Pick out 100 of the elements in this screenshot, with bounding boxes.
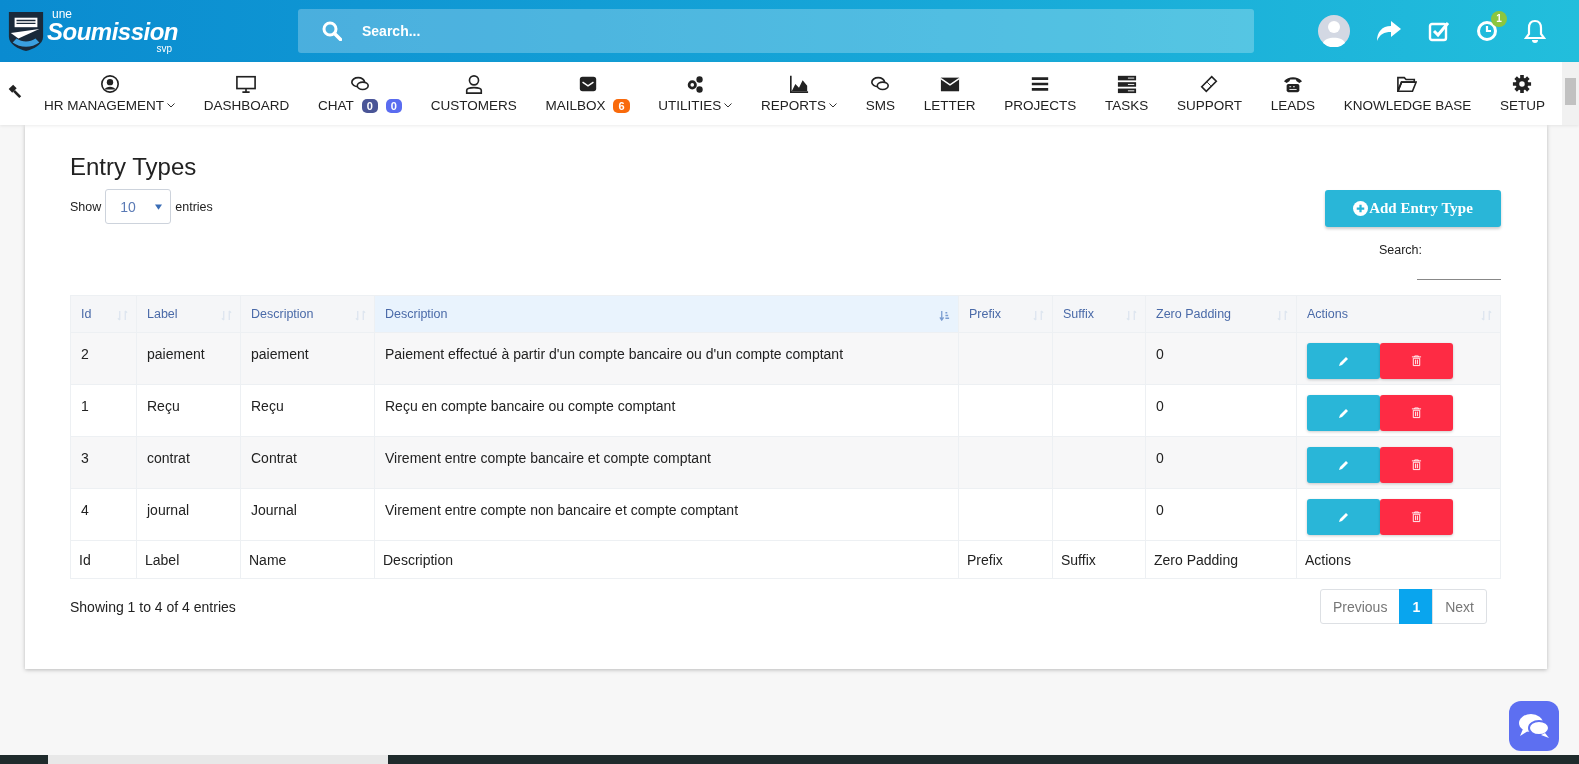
delete-button[interactable] [1380, 499, 1453, 535]
edit-button[interactable] [1307, 343, 1380, 379]
caret-icon [155, 203, 163, 210]
nav-item[interactable]: REPORTS [757, 74, 842, 113]
table-cell: Paiement effectué à partir d'un compte bancaire ou d'un compte comptant [374, 332, 959, 385]
column-header[interactable]: Description [240, 295, 375, 333]
table-cell: paiement [240, 332, 375, 385]
trash-icon [1411, 511, 1422, 523]
telephone-icon [1282, 74, 1303, 94]
nav-item[interactable]: KNOWLEDGE BASE [1339, 74, 1476, 113]
shield-logo-icon [7, 10, 45, 52]
nav-item[interactable]: SUPPORT [1172, 74, 1246, 113]
sort-icon [1277, 310, 1288, 321]
column-header[interactable]: Actions [1296, 295, 1501, 333]
folder-icon [1397, 74, 1418, 94]
sort-icon [117, 310, 128, 321]
pencil-icon [1337, 407, 1350, 419]
nav-label: CHAT [317, 98, 354, 113]
delete-button[interactable] [1380, 395, 1453, 431]
page-title: Entry Types [70, 153, 198, 181]
nav-item[interactable]: CHAT 0 0 [313, 74, 406, 113]
column-footer: Actions [1296, 540, 1501, 579]
monitor-icon [236, 74, 257, 94]
checkbox-icon[interactable] [1428, 20, 1450, 42]
nav-label: HR MANAGEMENT [44, 98, 164, 113]
column-header[interactable]: Id [70, 295, 137, 333]
page-button[interactable]: Next [1432, 589, 1487, 624]
table-cell: 1 [70, 384, 137, 437]
chat-bubbles-icon [1517, 711, 1551, 741]
column-footer: Label [136, 540, 241, 579]
table-cell: Virement entre compte bancaire et compte comptant [374, 436, 959, 489]
nav-item[interactable]: TASKS [1100, 74, 1153, 113]
nav-label: DASHBOARD [203, 98, 290, 113]
table-cell: 0 [1145, 488, 1297, 541]
column-header[interactable]: Zero Padding [1145, 295, 1297, 333]
pencil-icon [1337, 459, 1350, 471]
nav-item[interactable]: DASHBOARD [199, 74, 294, 113]
gear-icon [1512, 74, 1533, 94]
table-cell: Reçu [240, 384, 375, 437]
nav-item[interactable]: UTILITIES [654, 74, 737, 113]
table-cell: journal [136, 488, 241, 541]
nav-item[interactable]: SETUP [1495, 74, 1549, 113]
entries-select[interactable]: 10 [105, 189, 172, 224]
edit-button[interactable] [1307, 447, 1380, 483]
logo-text: Soumission [47, 20, 179, 44]
column-footer: Zero Padding [1145, 540, 1297, 579]
plus-circle-icon [1353, 201, 1369, 216]
logo-text: une [52, 8, 74, 20]
person-circle-icon [99, 74, 120, 94]
table-cell: Journal [240, 488, 375, 541]
page-button[interactable]: Previous [1319, 589, 1401, 624]
nav-label: LEADS [1270, 98, 1315, 113]
column-header[interactable]: Suffix [1052, 295, 1146, 333]
sort-icon [221, 310, 232, 321]
nav-label: UTILITIES [658, 98, 722, 113]
table-info-text: Showing 1 to 4 of 4 entries [70, 599, 236, 615]
table-cell: contrat [136, 436, 241, 489]
column-footer: Description [374, 540, 959, 579]
entries-label: entries [175, 199, 213, 214]
edit-button[interactable] [1307, 499, 1380, 535]
delete-button[interactable] [1380, 343, 1453, 379]
nav-label: REPORTS [761, 98, 827, 113]
trash-icon [1411, 459, 1422, 471]
count-badge: 0 [385, 98, 402, 113]
trash-icon [1411, 407, 1422, 419]
nav-item[interactable]: LEADS [1266, 74, 1319, 113]
avatar-icon[interactable] [1318, 15, 1350, 47]
nav-item[interactable]: HR MANAGEMENT [40, 74, 179, 113]
bell-icon[interactable] [1524, 19, 1546, 43]
count-badge: 0 [361, 98, 378, 113]
list-icon [1030, 74, 1051, 94]
nav-label: MAILBOX [545, 98, 606, 113]
sort-descending-icon [939, 310, 950, 321]
column-header[interactable]: Prefix [958, 295, 1053, 333]
chat-button[interactable] [1509, 701, 1559, 751]
nav-label: PROJECTS [1004, 98, 1077, 113]
column-footer: Prefix [958, 540, 1053, 579]
pencil-icon [1337, 355, 1350, 367]
search-icon [322, 21, 342, 41]
count-badge: 6 [613, 98, 630, 113]
clock-icon[interactable] [1476, 20, 1498, 42]
nav-item[interactable]: PROJECTS [1000, 74, 1081, 113]
logo-text: svp [156, 44, 173, 54]
search-label: Search: [1378, 243, 1422, 257]
nav-item[interactable]: CUSTOMERS [426, 74, 521, 113]
table-cell: paiement [136, 332, 241, 385]
scrollbar[interactable] [1562, 62, 1579, 125]
column-header[interactable]: Label [136, 295, 241, 333]
sort-icon [355, 310, 366, 321]
nav-label: LETTER [923, 98, 976, 113]
delete-button[interactable] [1380, 447, 1453, 483]
nav-item[interactable]: MAILBOX 6 [541, 74, 634, 113]
share-icon[interactable] [1376, 20, 1402, 42]
column-header[interactable]: Description [374, 295, 959, 333]
edit-button[interactable] [1307, 395, 1380, 431]
table-cell: Reçu [136, 384, 241, 437]
nav-item[interactable]: SMS [861, 74, 900, 113]
nav-item[interactable]: LETTER [919, 74, 980, 113]
sort-icon [1033, 310, 1044, 321]
nav-label: CUSTOMERS [430, 98, 517, 113]
